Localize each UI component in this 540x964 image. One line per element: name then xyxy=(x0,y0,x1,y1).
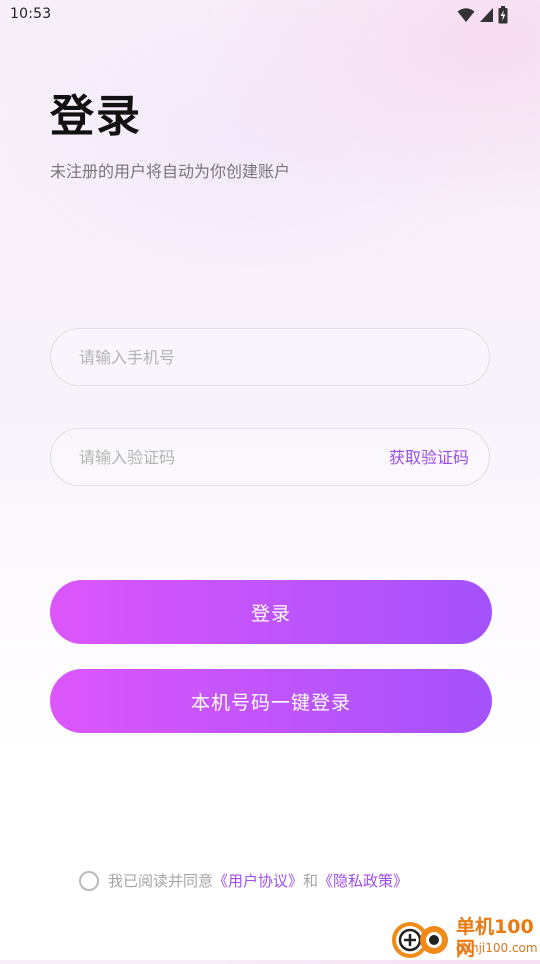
page-subtitle: 未注册的用户将自动为你创建账户 xyxy=(50,162,291,181)
verification-code-input[interactable] xyxy=(79,429,359,485)
status-time: 10:53 xyxy=(10,6,52,22)
login-button[interactable]: 登录 xyxy=(50,580,492,644)
phone-input[interactable] xyxy=(79,329,359,385)
page-title: 登录 xyxy=(50,91,142,142)
agreement-prefix: 我已阅读并同意 xyxy=(108,872,214,890)
agreement-conjunction: 和 xyxy=(303,872,319,890)
watermark-logo-icon xyxy=(390,916,454,964)
phone-field[interactable] xyxy=(50,328,490,386)
watermark: 单机100网 danji100.com xyxy=(390,914,540,960)
cellular-signal-icon xyxy=(479,7,494,23)
user-agreement-link[interactable]: 《用户协议》 xyxy=(213,870,303,892)
verification-code-field[interactable]: 获取验证码 xyxy=(50,428,490,486)
battery-charging-icon xyxy=(498,6,508,24)
one-key-login-button[interactable]: 本机号码一键登录 xyxy=(50,669,492,733)
watermark-url: danji100.com xyxy=(456,941,538,955)
privacy-policy-link[interactable]: 《隐私政策》 xyxy=(318,870,408,892)
get-code-button[interactable]: 获取验证码 xyxy=(389,447,469,469)
agree-checkbox[interactable] xyxy=(79,871,99,891)
status-icons xyxy=(457,6,508,24)
agreement-row: 我已阅读并同意 《用户协议》 和 《隐私政策》 xyxy=(79,870,408,892)
status-bar: 10:53 xyxy=(0,0,540,32)
wifi-icon xyxy=(457,7,475,23)
